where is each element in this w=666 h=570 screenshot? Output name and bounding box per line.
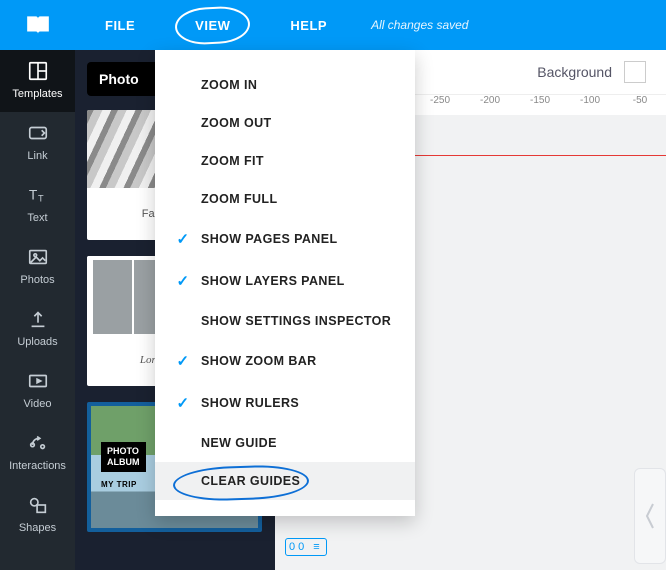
sidebar-label: Templates: [12, 88, 62, 100]
page-nav-prev[interactable]: [634, 468, 666, 564]
menu-show-rulers[interactable]: ✓SHOW RULERS: [155, 382, 415, 424]
top-menu-bar: FILE VIEW HELP All changes saved: [0, 0, 666, 50]
menu-show-pages[interactable]: ✓SHOW PAGES PANEL: [155, 218, 415, 260]
background-color-swatch[interactable]: [624, 61, 646, 83]
ruler-tick: -200: [480, 95, 500, 106]
ruler-tick: -250: [430, 95, 450, 106]
view-dropdown: ZOOM IN ZOOM OUT ZOOM FIT ZOOM FULL ✓SHO…: [155, 50, 415, 516]
link-icon: [27, 122, 49, 144]
sidebar-label: Photos: [20, 274, 54, 286]
thumb-label: PHOTOALBUM: [101, 442, 146, 472]
menu-help[interactable]: HELP: [280, 12, 337, 39]
sidebar-label: Uploads: [17, 336, 57, 348]
sidebar-interactions[interactable]: Interactions: [0, 422, 75, 484]
left-toolbar: Templates Link TT Text Photos Uploads Vi…: [0, 50, 75, 570]
video-icon: [27, 370, 49, 392]
menu-zoom-in[interactable]: ZOOM IN: [155, 66, 415, 104]
check-icon: ✓: [175, 352, 191, 370]
menu-clear-guides[interactable]: CLEAR GUIDES: [155, 462, 415, 500]
sidebar-label: Shapes: [19, 522, 56, 534]
svg-text:T: T: [38, 193, 44, 203]
menu-show-settings[interactable]: SHOW SETTINGS INSPECTOR: [155, 302, 415, 340]
menu-show-layers[interactable]: ✓SHOW LAYERS PANEL: [155, 260, 415, 302]
templates-icon: [27, 60, 49, 82]
page-indicator[interactable]: 00 ≡: [285, 538, 327, 556]
sidebar-link[interactable]: Link: [0, 112, 75, 174]
chevron-left-icon: [642, 496, 658, 536]
upload-icon: [27, 308, 49, 330]
sidebar-label: Interactions: [9, 460, 66, 472]
shapes-icon: [27, 494, 49, 516]
background-label: Background: [537, 64, 612, 80]
menu-file[interactable]: FILE: [95, 12, 145, 39]
sidebar-video[interactable]: Video: [0, 360, 75, 422]
check-icon: ✓: [175, 394, 191, 412]
menu-zoom-out[interactable]: ZOOM OUT: [155, 104, 415, 142]
text-icon: TT: [27, 184, 49, 206]
svg-text:T: T: [28, 188, 37, 203]
check-icon: ✓: [175, 230, 191, 248]
menu-view[interactable]: VIEW: [185, 12, 240, 39]
save-status: All changes saved: [371, 18, 468, 32]
thumb-sublabel: MY TRIP: [101, 480, 137, 489]
image-icon: [27, 246, 49, 268]
sidebar-text[interactable]: TT Text: [0, 174, 75, 236]
menu-zoom-fit[interactable]: ZOOM FIT: [155, 142, 415, 180]
sidebar-label: Text: [27, 212, 47, 224]
sidebar-templates[interactable]: Templates: [0, 50, 75, 112]
ruler-tick: -150: [530, 95, 550, 106]
app-logo[interactable]: [0, 12, 75, 38]
book-open-icon: [25, 12, 51, 38]
ruler-tick: -50: [633, 95, 647, 106]
menu-new-guide[interactable]: NEW GUIDE: [155, 424, 415, 462]
check-icon: ✓: [175, 272, 191, 290]
sidebar-label: Video: [24, 398, 52, 410]
sidebar-uploads[interactable]: Uploads: [0, 298, 75, 360]
sidebar-shapes[interactable]: Shapes: [0, 484, 75, 546]
interactions-icon: [27, 432, 49, 454]
menu-zoom-full[interactable]: ZOOM FULL: [155, 180, 415, 218]
menu-show-zoom-bar[interactable]: ✓SHOW ZOOM BAR: [155, 340, 415, 382]
ruler-tick: -100: [580, 95, 600, 106]
sidebar-label: Link: [27, 150, 47, 162]
sidebar-photos[interactable]: Photos: [0, 236, 75, 298]
